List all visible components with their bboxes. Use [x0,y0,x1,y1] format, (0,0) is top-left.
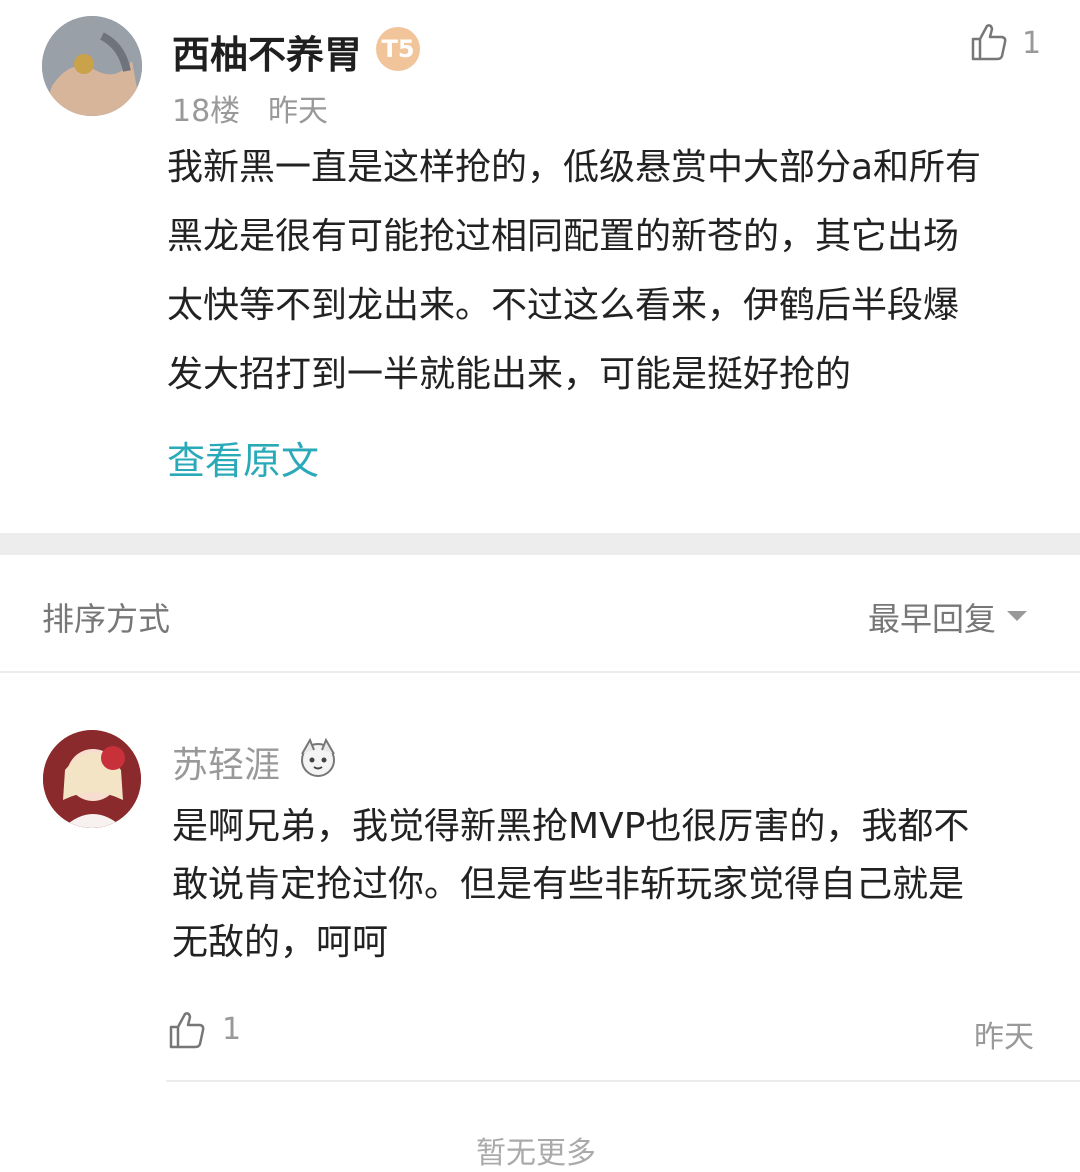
view-original-link[interactable]: 查看原文 [167,430,319,485]
reply-like-icon[interactable] [168,1010,206,1050]
character-badge-icon [292,732,344,784]
sort-value: 最早回复 [868,600,997,638]
chevron-down-icon [1006,608,1028,627]
reply-line: 是啊兄弟，我觉得新黑抢MVP也很厉害的，我都不 [172,806,970,847]
post-body: 我新黑一直是这样抢的，低级悬赏中大部分a和所有 黑龙是很有可能抢过相同配置的新苍… [167,133,1047,409]
post-username[interactable]: 西柚不养胃 [172,24,362,79]
reply-avatar[interactable] [43,730,141,828]
like-icon[interactable] [970,22,1008,62]
divider [166,1080,1080,1082]
post-line: 发大招打到一半就能出来，可能是挺好抢的 [167,354,852,395]
avatar-image [42,16,142,116]
sort-label: 排序方式 [42,600,171,638]
reply-time: 昨天 [974,1020,1034,1055]
post-line: 我新黑一直是这样抢的，低级悬赏中大部分a和所有 [167,147,982,188]
post-line: 黑龙是很有可能抢过相同配置的新苍的，其它出场 [167,216,960,257]
no-more-text: 暂无更多 [476,1136,596,1171]
sort-dropdown[interactable]: 最早回复 [868,594,1028,640]
section-separator [0,533,1080,555]
reply-body: 是啊兄弟，我觉得新黑抢MVP也很厉害的，我都不 敢说肯定抢过你。但是有些非斩玩家… [172,798,1052,972]
reply-like-count: 1 [222,1012,242,1047]
divider [0,671,1080,673]
post-line: 太快等不到龙出来。不过这么看来，伊鹤后半段爆 [167,285,960,326]
reply-line: 无敌的，呵呵 [172,922,389,963]
level-badge: T5 [376,27,420,71]
post-time: 昨天 [268,94,328,129]
user-avatar[interactable] [42,16,142,116]
reply-username[interactable]: 苏轻涯 [172,736,280,788]
post-floor: 18楼 [172,94,241,129]
avatar-image [43,730,141,828]
post-like-count: 1 [1022,26,1042,61]
reply-line: 敢说肯定抢过你。但是有些非斩玩家觉得自己就是 [172,864,965,905]
